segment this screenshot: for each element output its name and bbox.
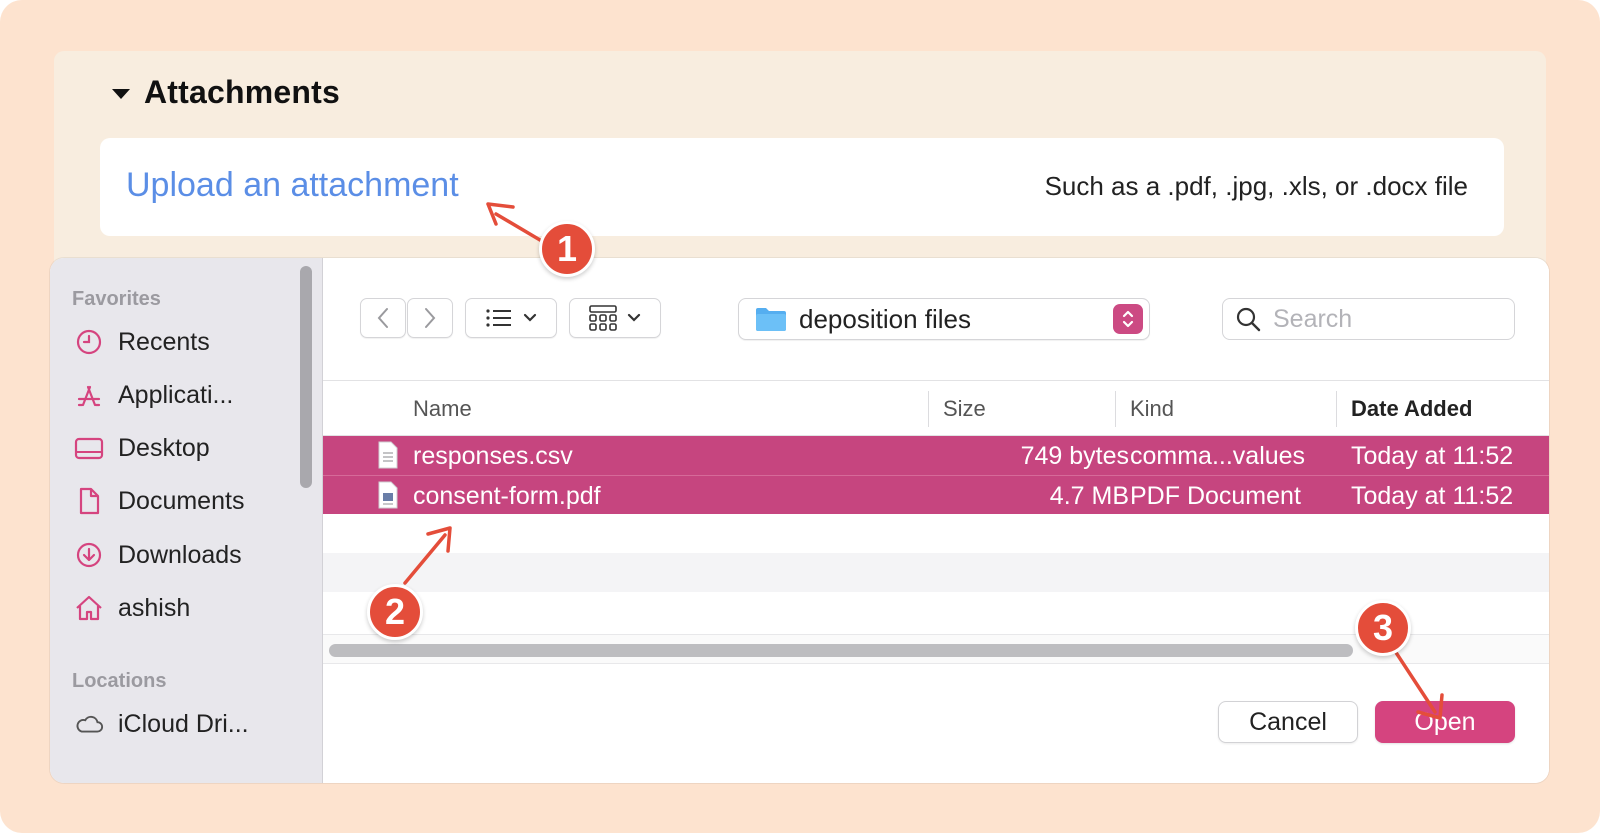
file-list: responses.csv 749 bytes comma...values T… (323, 436, 1549, 592)
back-button[interactable] (360, 298, 406, 338)
empty-row (323, 514, 1549, 553)
file-browser: deposition files Name Size Kind Date Add… (323, 258, 1549, 783)
upload-box: Upload an attachment Such as a .pdf, .jp… (100, 138, 1504, 236)
column-divider[interactable] (928, 391, 929, 427)
search-input[interactable] (1273, 304, 1493, 334)
pdf-file-icon (377, 481, 399, 516)
sidebar-item-label: ashish (118, 593, 191, 622)
search-field[interactable] (1222, 298, 1515, 340)
annotation-badge-2: 2 (367, 584, 423, 640)
icon-view-button[interactable] (569, 298, 661, 338)
csv-file-icon (377, 441, 399, 476)
file-date: Today at 11:52 (1351, 482, 1514, 510)
column-header: Name Size Kind Date Added (323, 380, 1549, 436)
column-size[interactable]: Size (943, 396, 986, 422)
forward-button[interactable] (407, 298, 453, 338)
sidebar-item-label: Desktop (118, 433, 210, 462)
sidebar-item-icloud[interactable]: iCloud Dri... (74, 704, 249, 744)
sidebar-item-label: iCloud Dri... (118, 709, 249, 738)
file-name: responses.csv (413, 442, 573, 470)
file-size: 4.7 MB (1049, 482, 1129, 510)
file-kind: PDF Document (1130, 482, 1301, 510)
search-icon (1236, 307, 1261, 332)
sidebar: Favorites Recents Applicati... Desktop D… (50, 258, 323, 783)
chevron-down-icon (627, 313, 641, 322)
favorites-heading: Favorites (72, 288, 161, 310)
folder-path-popup[interactable]: deposition files (738, 298, 1150, 340)
list-icon (486, 309, 511, 327)
file-size: 749 bytes (1020, 442, 1129, 470)
sidebar-item-label: Documents (118, 486, 245, 515)
desktop-icon (74, 433, 104, 463)
sidebar-item-downloads[interactable]: Downloads (74, 535, 242, 575)
upload-attachment-link[interactable]: Upload an attachment (126, 166, 459, 205)
locations-heading: Locations (72, 670, 167, 692)
sidebar-item-desktop[interactable]: Desktop (74, 428, 210, 468)
upload-hint: Such as a .pdf, .jpg, .xls, or .docx fil… (1044, 171, 1468, 201)
column-kind[interactable]: Kind (1130, 396, 1174, 422)
table-row[interactable]: responses.csv 749 bytes comma...values T… (323, 436, 1549, 475)
disclosure-triangle-icon[interactable] (112, 89, 130, 99)
chevron-down-icon (523, 313, 537, 322)
table-row[interactable]: consent-form.pdf 4.7 MB PDF Document Tod… (323, 475, 1549, 514)
list-view-button[interactable] (465, 298, 557, 338)
home-icon (74, 593, 104, 623)
open-button[interactable]: Open (1375, 701, 1515, 743)
sidebar-scrollbar[interactable] (300, 266, 312, 488)
empty-row (323, 553, 1549, 592)
annotation-badge-1: 1 (539, 221, 595, 277)
chevron-right-icon (425, 308, 436, 328)
file-kind: comma...values (1130, 442, 1306, 470)
sidebar-item-applications[interactable]: Applicati... (74, 375, 233, 415)
file-name: consent-form.pdf (413, 482, 601, 510)
column-name[interactable]: Name (413, 396, 472, 422)
current-folder-label: deposition files (799, 303, 971, 334)
horizontal-scrollbar-thumb[interactable] (329, 644, 1353, 657)
annotation-badge-3: 3 (1355, 600, 1411, 656)
column-date-added[interactable]: Date Added (1351, 396, 1472, 422)
file-date: Today at 11:52 (1351, 442, 1514, 470)
sidebar-item-home[interactable]: ashish (74, 588, 190, 628)
sidebar-item-recents[interactable]: Recents (74, 322, 210, 362)
applications-icon (74, 380, 104, 410)
document-icon (74, 486, 104, 516)
sidebar-item-label: Applicati... (118, 380, 234, 409)
updown-chevron-icon (1113, 304, 1143, 334)
toolbar: deposition files (323, 258, 1549, 378)
grid-icon (589, 305, 617, 331)
chevron-left-icon (377, 308, 388, 328)
folder-icon (756, 308, 786, 331)
sidebar-item-label: Downloads (118, 540, 242, 569)
column-divider[interactable] (1336, 391, 1337, 427)
attachments-title: Attachments (144, 73, 341, 110)
cancel-button[interactable]: Cancel (1218, 701, 1358, 743)
column-divider[interactable] (1115, 391, 1116, 427)
attachments-header[interactable]: Attachments (112, 68, 340, 116)
sidebar-item-documents[interactable]: Documents (74, 481, 244, 521)
sidebar-item-label: Recents (118, 327, 210, 356)
download-icon (74, 540, 104, 570)
clock-icon (74, 327, 104, 357)
cloud-icon (74, 709, 104, 739)
file-open-dialog: Favorites Recents Applicati... Desktop D… (50, 258, 1549, 783)
